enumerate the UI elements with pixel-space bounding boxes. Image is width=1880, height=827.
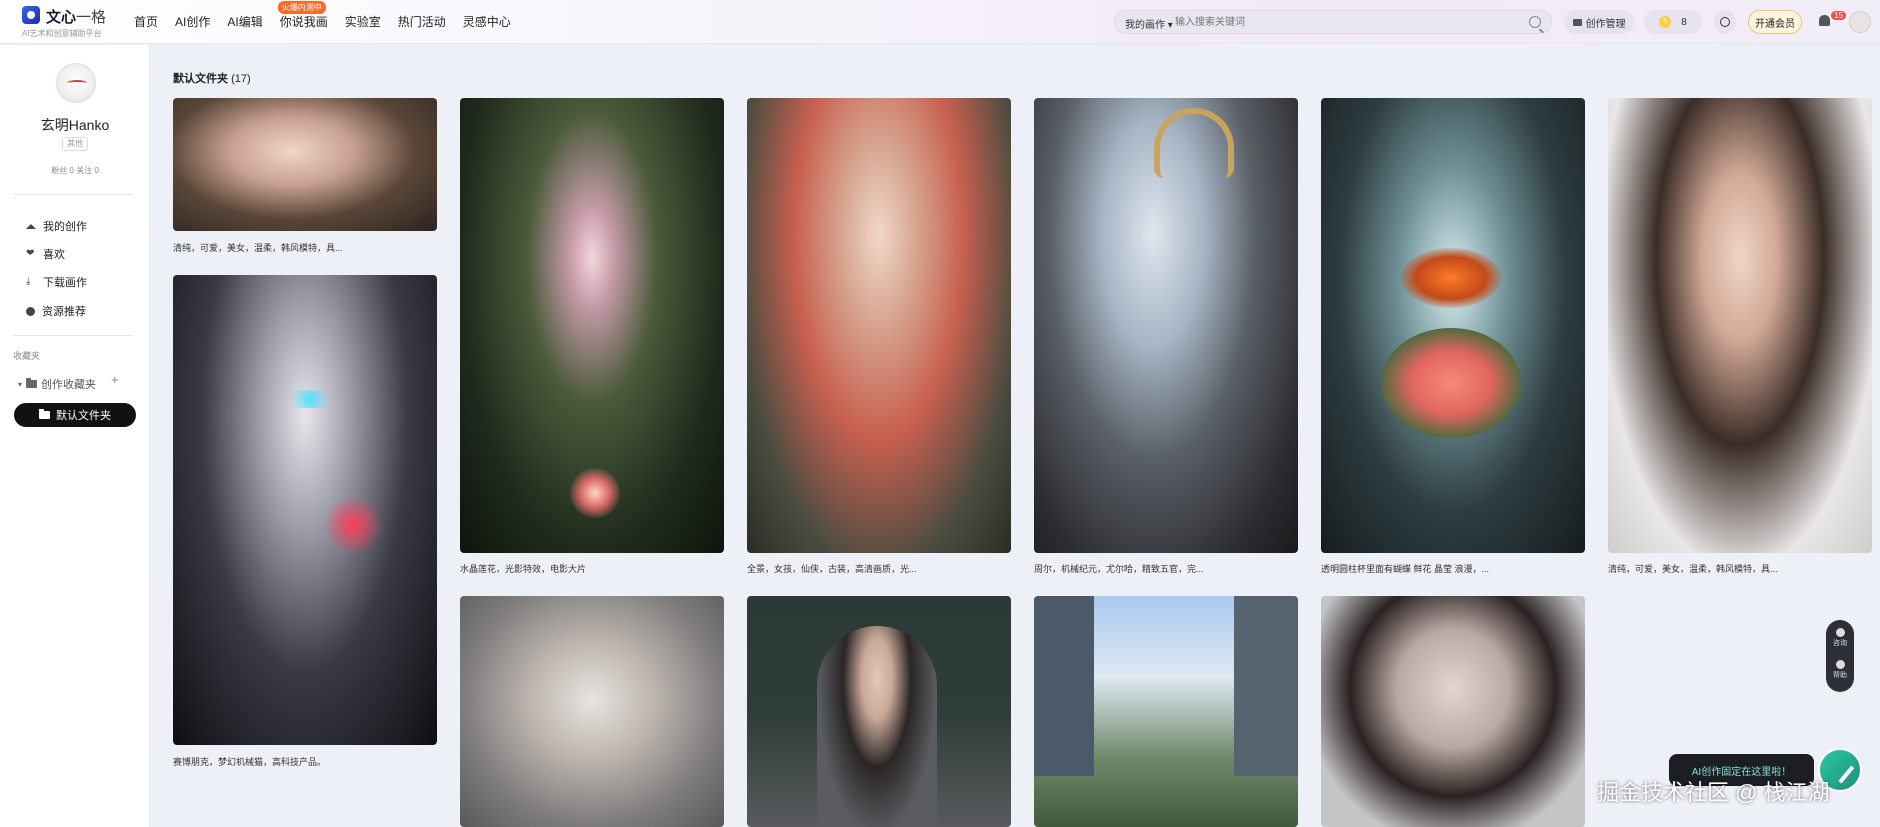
artwork-thumbnail[interactable] bbox=[1034, 596, 1298, 827]
folder-icon bbox=[26, 378, 38, 388]
creation-manage-label: 创作管理 bbox=[1585, 18, 1626, 30]
link-glyph bbox=[1720, 17, 1730, 27]
chat-icon bbox=[1835, 628, 1845, 637]
user-stats: 粉丝 0 关注 0 bbox=[51, 166, 99, 175]
add-folder-icon[interactable]: + bbox=[111, 372, 119, 387]
lightning-icon: ϟ bbox=[1659, 16, 1672, 28]
nav-ai-edit[interactable]: AI编辑 bbox=[227, 13, 262, 30]
divider bbox=[13, 335, 133, 336]
sidebar-item-likes[interactable]: ❤ 喜欢 bbox=[26, 246, 65, 262]
main-nav: 首页 AI创作 AI编辑 火爆内测中 你说我画 实验室 热门活动 灵感中心 bbox=[134, 1, 528, 30]
avatar[interactable] bbox=[56, 63, 96, 103]
creation-manage-button[interactable]: 创作管理 bbox=[1564, 10, 1634, 34]
nav-home[interactable]: 首页 bbox=[134, 13, 158, 30]
building-right bbox=[1234, 596, 1298, 776]
artwork-thumbnail[interactable] bbox=[747, 98, 1011, 553]
top-bar: 文心一格 AI艺术和创意辅助平台 首页 AI创作 AI编辑 火爆内测中 你说我画… bbox=[0, 0, 1880, 44]
sidebar-item-label: 下载画作 bbox=[43, 277, 87, 289]
divider bbox=[13, 194, 133, 195]
sidebar-item-label: 资源推荐 bbox=[42, 306, 86, 318]
artwork-caption: 透明圆柱杯里面有蝴蝶 鲜花 晶莹 浪漫，... bbox=[1321, 564, 1490, 574]
download-icon: ⤓ bbox=[26, 276, 31, 287]
logo-subtitle: AI艺术和创意辅助平台 bbox=[22, 29, 102, 38]
artwork-caption: 全景，女孩，仙侠，古装，高清画质，光... bbox=[747, 564, 917, 574]
username: 玄明Hanko bbox=[40, 117, 110, 133]
folder-group-creations[interactable]: ▾ 创作收藏夹 bbox=[18, 376, 96, 392]
vip-button[interactable]: 开通会员 bbox=[1748, 10, 1802, 34]
search-icon[interactable] bbox=[1529, 16, 1541, 28]
folder-group-label: 创作收藏夹 bbox=[41, 379, 97, 391]
home-icon bbox=[26, 223, 36, 229]
favorites-section-label: 收藏夹 bbox=[13, 351, 41, 361]
notification-badge: 15 bbox=[1831, 11, 1846, 20]
artwork-thumbnail[interactable] bbox=[1321, 596, 1585, 827]
help-button[interactable]: 帮助 bbox=[1830, 660, 1850, 680]
nav-you-say-i-draw-label: 你说我画 bbox=[279, 15, 328, 29]
nav-lab[interactable]: 实验室 bbox=[345, 13, 381, 30]
artwork-thumbnail[interactable] bbox=[1321, 98, 1585, 553]
search-input[interactable] bbox=[1175, 14, 1515, 30]
consult-label: 咨询 bbox=[1833, 640, 1847, 647]
lotus-glow bbox=[570, 468, 620, 518]
folder-count: (17) bbox=[231, 73, 251, 85]
page-title: 默认文件夹 (17) bbox=[173, 70, 251, 86]
energy-count: 8 bbox=[1681, 16, 1687, 28]
butterfly bbox=[1401, 248, 1501, 308]
artwork-caption: 赛博朋克，梦幻机械猫，高科技产品。 bbox=[173, 757, 327, 767]
artwork-thumbnail[interactable] bbox=[1034, 98, 1298, 553]
artwork-caption: 周尔，机械纪元，尤尔哈，精致五官，完... bbox=[1034, 564, 1204, 574]
recommend-icon bbox=[26, 306, 35, 316]
floating-toolbar: 咨询 帮助 bbox=[1826, 620, 1854, 692]
teacher-figure bbox=[817, 626, 937, 827]
beta-badge: 火爆内测中 bbox=[277, 1, 326, 14]
artwork-thumbnail[interactable] bbox=[747, 596, 1011, 827]
link-icon[interactable] bbox=[1714, 10, 1736, 34]
logo[interactable]: 文心一格 AI艺术和创意辅助平台 bbox=[22, 6, 122, 38]
folder-icon bbox=[1572, 18, 1582, 26]
search-bar: 我的画作 ▾ bbox=[1114, 10, 1552, 34]
artwork-thumbnail[interactable] bbox=[1608, 98, 1872, 553]
artwork-thumbnail[interactable] bbox=[460, 98, 724, 553]
artwork-caption: 水晶莲花，光影特效，电影大片 bbox=[460, 564, 587, 574]
nav-events[interactable]: 热门活动 bbox=[398, 13, 446, 30]
sidebar-item-label: 喜欢 bbox=[43, 249, 65, 261]
user-avatar-small[interactable] bbox=[1849, 11, 1871, 33]
sidebar-item-downloads[interactable]: ⤓ 下载画作 bbox=[26, 274, 87, 290]
help-icon bbox=[1835, 660, 1845, 669]
red-glow bbox=[323, 495, 383, 555]
sidebar-item-resources[interactable]: 资源推荐 bbox=[26, 303, 86, 319]
sidebar: 玄明Hanko 其他 粉丝 0 关注 0 我的创作 ❤ 喜欢 ⤓ 下载画作 资源… bbox=[0, 45, 150, 827]
nav-ai-create[interactable]: AI创作 bbox=[175, 13, 210, 30]
caret-down-icon: ▾ bbox=[18, 379, 23, 389]
heart-icon: ❤ bbox=[26, 248, 35, 259]
building-left bbox=[1034, 596, 1094, 776]
logo-icon bbox=[22, 6, 40, 24]
help-label: 帮助 bbox=[1833, 672, 1847, 679]
artwork-thumbnail[interactable] bbox=[173, 275, 437, 745]
folder-icon bbox=[39, 409, 50, 419]
nav-you-say-i-draw[interactable]: 火爆内测中 你说我画 bbox=[277, 1, 328, 30]
cat-eye-glow bbox=[285, 390, 335, 408]
gold-headpiece bbox=[1154, 108, 1234, 178]
artwork-thumbnail[interactable] bbox=[460, 596, 724, 827]
search-type-dropdown[interactable]: 我的画作 ▾ bbox=[1125, 16, 1173, 31]
artwork-caption: 清纯，可爱，美女，温柔，韩风模特，具... bbox=[1608, 564, 1778, 574]
folder-title: 默认文件夹 bbox=[173, 73, 228, 85]
artwork-caption: 清纯，可爱，美女，温柔，韩风模特，具... bbox=[173, 243, 343, 253]
user-role-badge: 其他 bbox=[62, 137, 88, 151]
consult-button[interactable]: 咨询 bbox=[1830, 628, 1850, 648]
nav-inspiration[interactable]: 灵感中心 bbox=[463, 13, 511, 30]
flower-bouquet bbox=[1381, 328, 1521, 438]
energy-counter[interactable]: ϟ 8 bbox=[1644, 10, 1702, 34]
folder-active-label: 默认文件夹 bbox=[56, 410, 111, 422]
logo-title: 文心一格 bbox=[46, 9, 107, 26]
artwork-thumbnail[interactable] bbox=[173, 98, 437, 231]
sidebar-item-my-creations[interactable]: 我的创作 bbox=[26, 218, 87, 234]
watermark: 掘金技术社区 @ 栈江湖 bbox=[1597, 780, 1830, 805]
folder-default-active[interactable]: 默认文件夹 bbox=[14, 403, 136, 427]
sidebar-item-label: 我的创作 bbox=[43, 221, 87, 233]
bell-icon[interactable] bbox=[1819, 15, 1830, 26]
